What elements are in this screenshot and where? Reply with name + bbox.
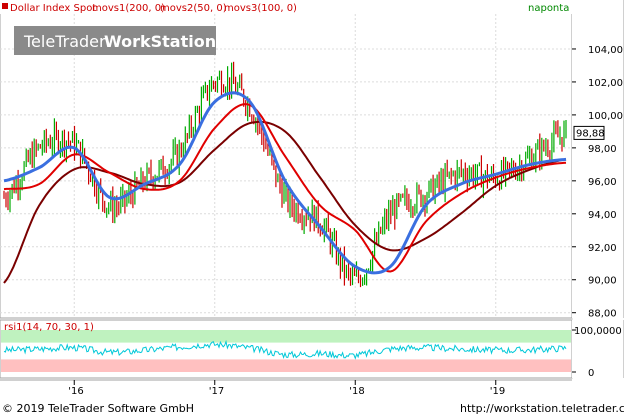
rsi-panel: rsi1(14, 70, 30, 1): [0, 319, 573, 379]
watermark-part1: TeleTrader: [23, 32, 106, 51]
y-tick-label: 92,00: [588, 243, 617, 254]
rsi-legend[interactable]: rsi1(14, 70, 30, 1): [4, 322, 94, 333]
x-axis: '16 '17 '18 '19: [0, 379, 572, 397]
x-tick-label: '16: [68, 386, 83, 397]
last-price-tag: 98,88: [573, 125, 605, 140]
footer-copyright: © 2019 TeleTrader Software GmbH: [2, 402, 194, 415]
rsi-y-tick-label: 0: [588, 368, 594, 379]
legend-instrument-name[interactable]: Dollar Index Spot: [10, 3, 96, 14]
y-tick-label: 94,00: [588, 210, 617, 221]
legend-marker: [2, 3, 8, 9]
legend-ma100[interactable]: movs3(100, 0): [224, 3, 297, 14]
legend-ma50[interactable]: movs2(50, 0): [160, 3, 227, 14]
legend-interval[interactable]: naponta: [528, 3, 569, 14]
chart-window: Dollar Index Spot movs1(200, 0) movs2(50…: [0, 0, 624, 415]
y-tick-label: 98,00: [588, 144, 617, 155]
footer: © 2019 TeleTrader Software GmbH http://w…: [2, 402, 624, 415]
x-tick-labels: '16 '17 '18 '19: [68, 380, 505, 397]
price-y-axis: 88,00 90,00 92,00 94,00 96,00 98,00 100,00 102,…: [572, 0, 624, 320]
y-tick-label: 102,00: [588, 78, 623, 89]
legend-bar: Dollar Index Spot movs1(200, 0) movs2(50…: [0, 0, 572, 14]
rsi-oversold-band: [1, 359, 571, 372]
y-tick-label: 96,00: [588, 177, 617, 188]
x-tick-label: '18: [349, 386, 364, 397]
teletrader-watermark: TeleTrader WorkStation: [14, 26, 216, 55]
y-tick-label: 104,00: [588, 45, 623, 56]
footer-url[interactable]: http://workstation.teletrader.com: [460, 402, 624, 415]
legend-ma200[interactable]: movs1(200, 0): [92, 3, 165, 14]
y-tick-label: 90,00: [588, 276, 617, 287]
rsi-y-tick-label: 100,0000: [574, 326, 622, 337]
watermark-part2: WorkStation: [104, 32, 216, 51]
rsi-y-axis: 0 100,0000: [572, 320, 624, 379]
y-tick-label: 88,00: [588, 309, 617, 320]
x-tick-label: '19: [490, 386, 505, 397]
x-tick-label: '17: [209, 386, 224, 397]
last-price-label: 98,88: [576, 128, 605, 139]
y-tick-label: 100,00: [588, 111, 623, 122]
